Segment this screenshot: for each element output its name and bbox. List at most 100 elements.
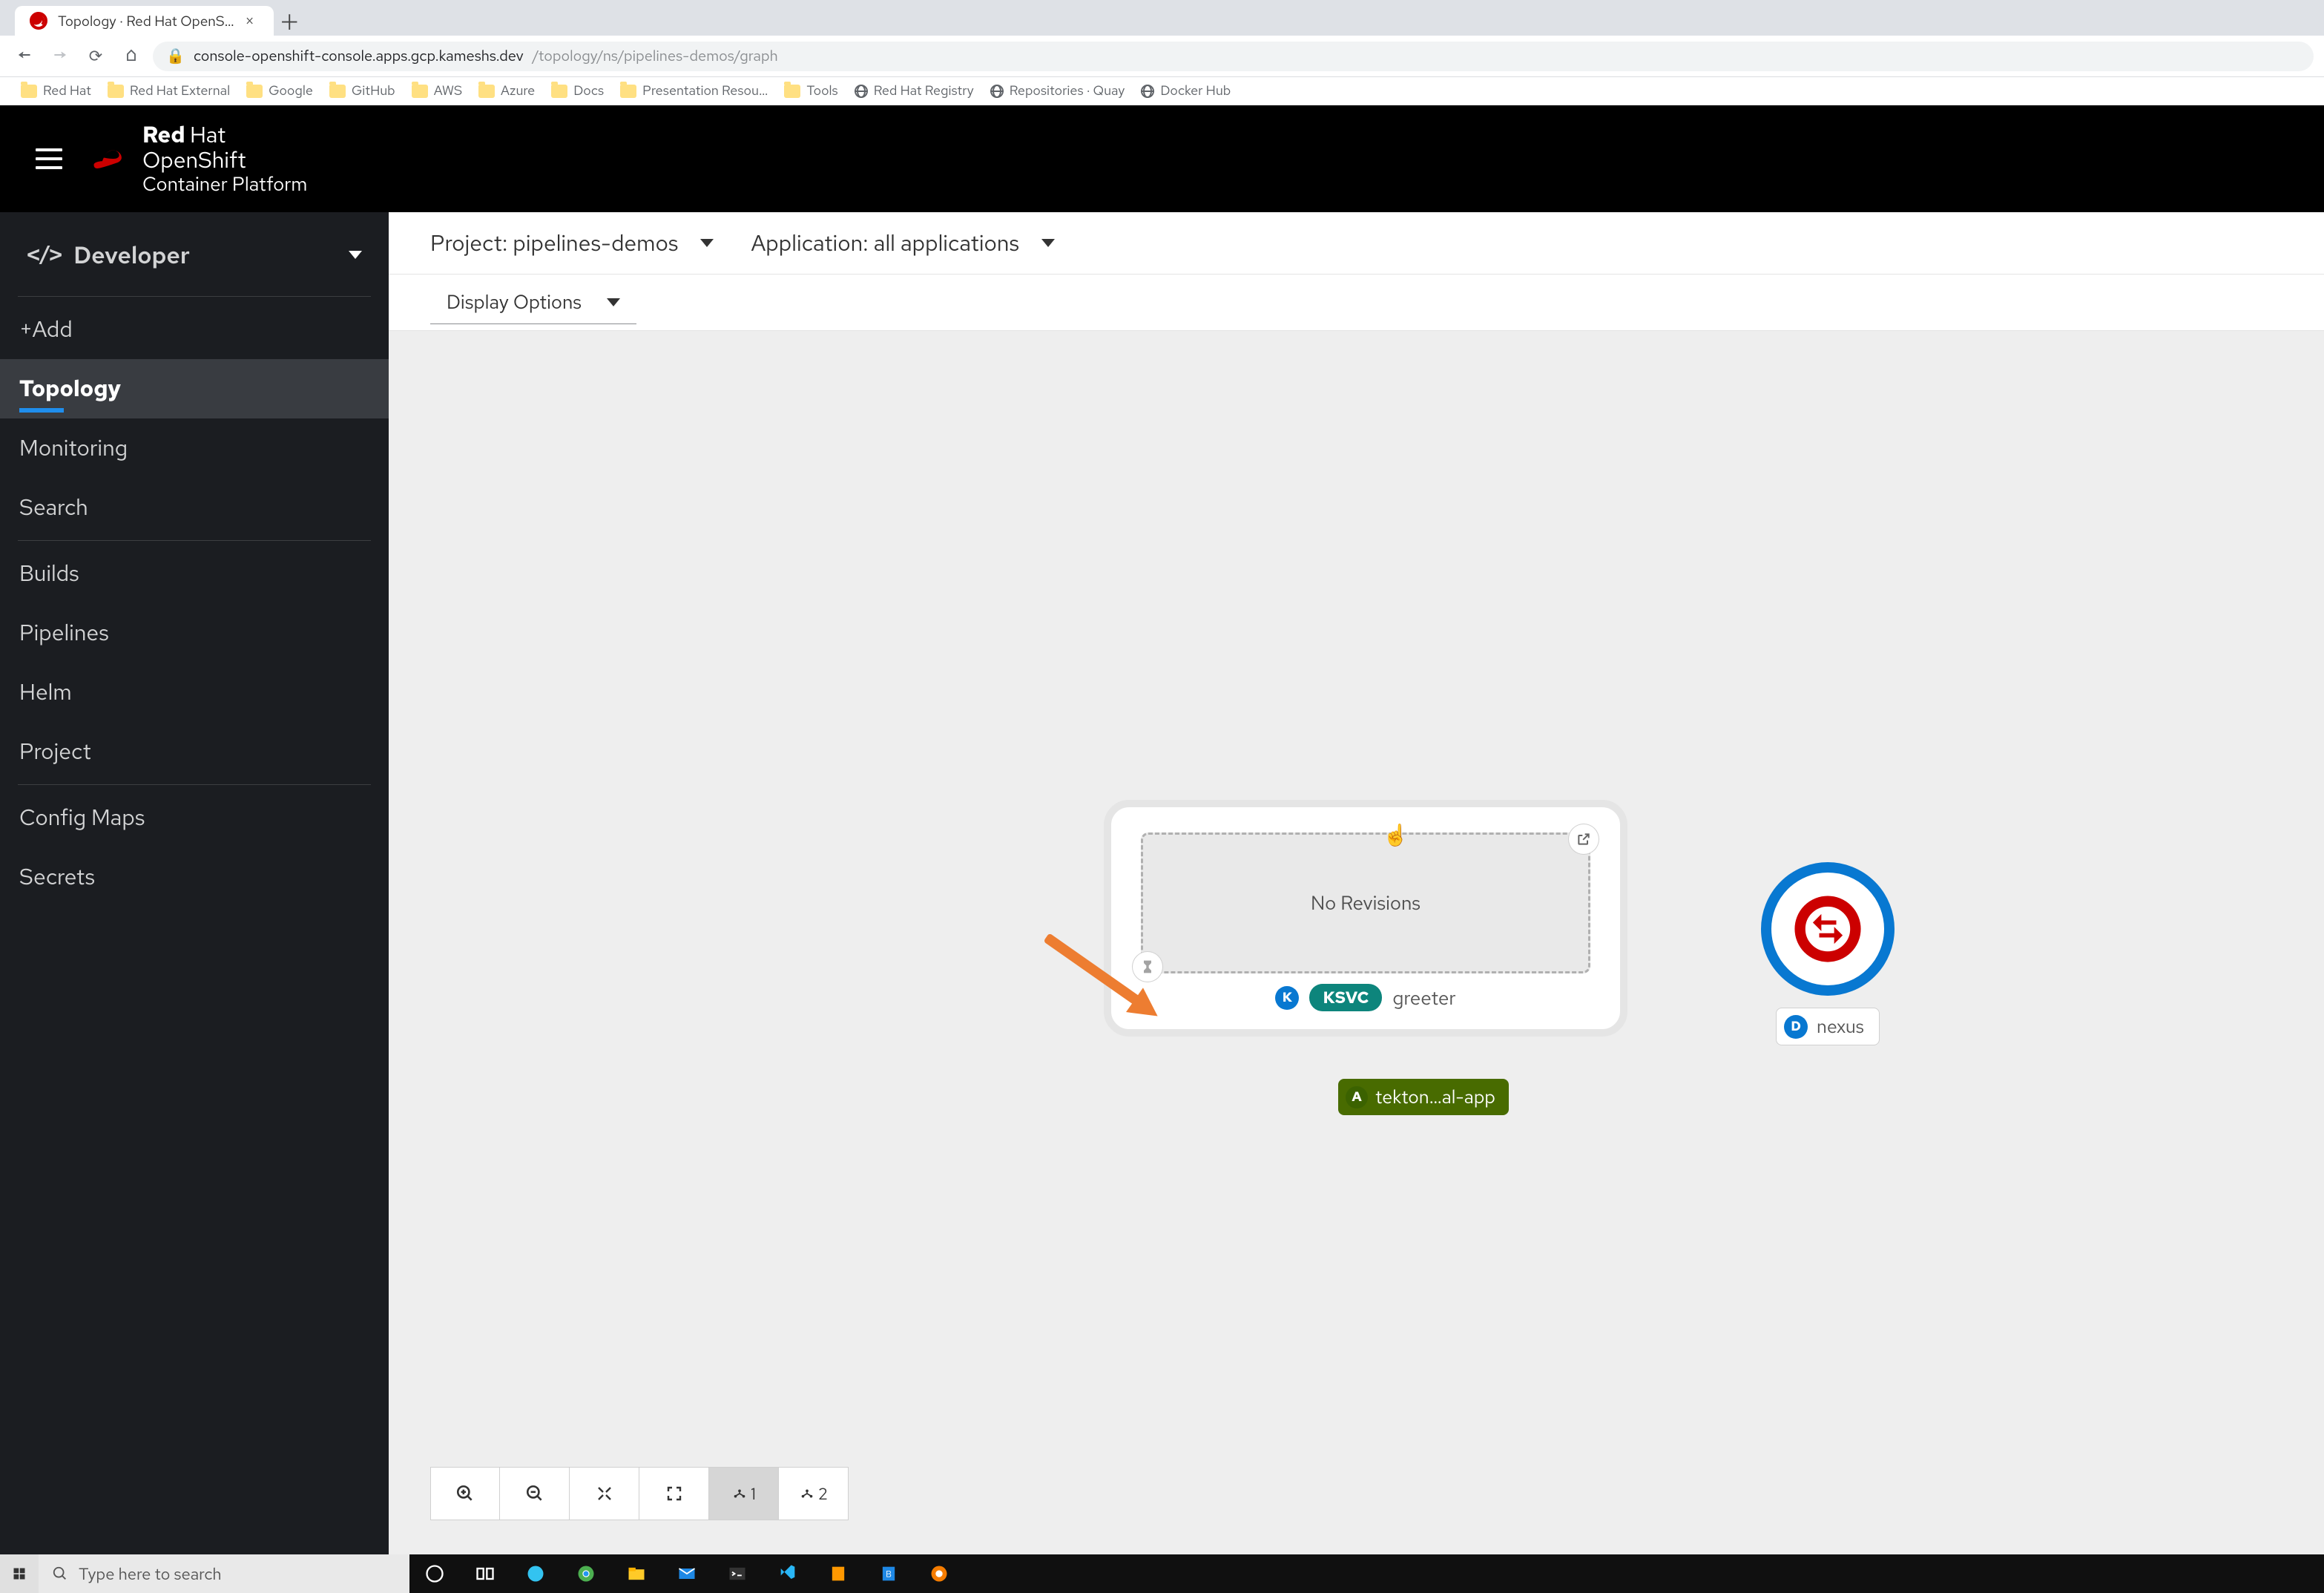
taskbar-icons: B bbox=[409, 1554, 964, 1593]
file-explorer-icon[interactable] bbox=[611, 1554, 662, 1593]
bookmark-item[interactable]: Google bbox=[246, 82, 313, 99]
bookmark-item[interactable]: Azure bbox=[478, 82, 535, 99]
nav-back-button[interactable]: ← bbox=[10, 42, 39, 70]
display-options-dropdown[interactable]: Display Options bbox=[430, 280, 636, 324]
edge-icon[interactable] bbox=[510, 1554, 561, 1593]
bookmark-label: Red Hat bbox=[43, 82, 91, 99]
hamburger-button[interactable] bbox=[36, 148, 62, 169]
bookmark-item[interactable]: Red Hat bbox=[21, 82, 91, 99]
address-row: ← → ⟳ ⌂ 🔒 console-openshift-console.apps… bbox=[0, 36, 2324, 77]
zoom-out-button[interactable] bbox=[500, 1467, 570, 1520]
globe-icon bbox=[855, 85, 868, 98]
project-prefix: Project: bbox=[430, 229, 507, 258]
topology-canvas[interactable]: No Revisions K KSVC greeter A tekton…al-… bbox=[389, 331, 2324, 1554]
folder-icon bbox=[784, 85, 800, 98]
sidebar-item--add[interactable]: +Add bbox=[0, 300, 389, 359]
tab-strip: Topology · Red Hat OpenShift C… × ＋ bbox=[0, 0, 2324, 36]
app-body: </> Developer +AddTopologyMonitoringSear… bbox=[0, 212, 2324, 1554]
build-decorator[interactable] bbox=[1133, 952, 1162, 982]
ksvc-pill: KSVC bbox=[1309, 984, 1382, 1011]
layout-2-count: 2 bbox=[818, 1483, 828, 1505]
chevron-down-icon bbox=[349, 251, 362, 259]
sidebar-item-monitoring[interactable]: Monitoring bbox=[0, 418, 389, 478]
vscode-icon[interactable] bbox=[763, 1554, 813, 1593]
knative-badge: K bbox=[1275, 986, 1299, 1010]
fit-screen-button[interactable] bbox=[570, 1467, 639, 1520]
start-button[interactable] bbox=[0, 1554, 39, 1593]
bookmark-item[interactable]: Presentation Resou… bbox=[620, 82, 768, 99]
close-tab-icon[interactable]: × bbox=[245, 10, 254, 32]
sidebar-item-helm[interactable]: Helm bbox=[0, 663, 389, 722]
bookmark-label: Presentation Resou… bbox=[642, 82, 768, 99]
cortana-icon[interactable] bbox=[409, 1554, 460, 1593]
nav-divider bbox=[18, 784, 371, 785]
sublime-icon[interactable] bbox=[813, 1554, 863, 1593]
nav-home-button[interactable]: ⌂ bbox=[117, 42, 145, 70]
ksvc-label-row: K KSVC greeter bbox=[1141, 984, 1590, 1011]
browser-tab[interactable]: Topology · Red Hat OpenShift C… × bbox=[15, 6, 274, 36]
bookmark-item[interactable]: Docker Hub bbox=[1141, 82, 1231, 99]
deployment-name: nexus bbox=[1817, 1014, 1864, 1039]
sidebar-item-pipelines[interactable]: Pipelines bbox=[0, 603, 389, 663]
folder-icon bbox=[246, 85, 263, 98]
application-prefix: Application: bbox=[751, 229, 868, 258]
folder-icon bbox=[551, 85, 567, 98]
nav-forward-button[interactable]: → bbox=[46, 42, 74, 70]
open-url-decorator[interactable] bbox=[1569, 824, 1599, 854]
bookmark-item[interactable]: Red Hat Registry bbox=[855, 82, 974, 99]
deployment-label: D nexus bbox=[1776, 1008, 1880, 1045]
project-name: pipelines-demos bbox=[513, 229, 678, 258]
application-group-label[interactable]: A tekton…al-app bbox=[1338, 1079, 1509, 1115]
application-name: all applications bbox=[874, 229, 1019, 258]
project-dropdown[interactable]: Project: pipelines-demos bbox=[430, 229, 714, 258]
url-host: console-openshift-console.apps.gcp.kames… bbox=[194, 47, 524, 66]
bookmark-item[interactable]: AWS bbox=[412, 82, 462, 99]
url-bar[interactable]: 🔒 console-openshift-console.apps.gcp.kam… bbox=[153, 42, 2314, 71]
bookmarks-bar: Red Hat Red Hat External Google GitHub AWS Az… bbox=[0, 77, 2324, 105]
svg-text:B: B bbox=[886, 1569, 892, 1580]
nav-divider bbox=[18, 296, 371, 297]
layout-1-button[interactable]: 1 bbox=[709, 1467, 779, 1520]
bookmark-label: Docker Hub bbox=[1160, 82, 1231, 99]
perspective-label: Developer bbox=[73, 239, 190, 271]
nav-reload-button[interactable]: ⟳ bbox=[82, 42, 110, 70]
browser-chrome: Topology · Red Hat OpenShift C… × ＋ ← → … bbox=[0, 0, 2324, 105]
bookmark-label: Google bbox=[269, 82, 313, 99]
windows-taskbar: Type here to search B bbox=[0, 1554, 2324, 1593]
folder-icon bbox=[108, 85, 124, 98]
project-bar: Project: pipelines-demos Application: al… bbox=[389, 212, 2324, 275]
bookmark-label: AWS bbox=[434, 82, 462, 99]
chrome-canary-icon[interactable] bbox=[914, 1554, 964, 1593]
sidebar-item-secrets[interactable]: Secrets bbox=[0, 847, 389, 907]
folder-icon bbox=[329, 85, 346, 98]
bookmark-label: Tools bbox=[806, 82, 837, 99]
brackets-icon[interactable]: B bbox=[863, 1554, 914, 1593]
sidebar-item-search[interactable]: Search bbox=[0, 478, 389, 537]
sidebar-item-topology[interactable]: Topology bbox=[0, 359, 389, 418]
reset-view-button[interactable] bbox=[639, 1467, 709, 1520]
mail-icon[interactable] bbox=[662, 1554, 712, 1593]
bookmark-item[interactable]: GitHub bbox=[329, 82, 395, 99]
bookmark-item[interactable]: Red Hat External bbox=[108, 82, 230, 99]
chrome-icon[interactable] bbox=[561, 1554, 611, 1593]
perspective-switcher[interactable]: </> Developer bbox=[0, 217, 389, 293]
masthead: Red Hat OpenShift Container Platform bbox=[0, 105, 2324, 212]
sidebar-item-project[interactable]: Project bbox=[0, 722, 389, 781]
bookmark-item[interactable]: Docs bbox=[551, 82, 604, 99]
layout-2-button[interactable]: 2 bbox=[779, 1467, 849, 1520]
taskbar-search[interactable]: Type here to search bbox=[39, 1554, 409, 1593]
new-tab-button[interactable]: ＋ bbox=[274, 7, 305, 36]
bookmark-label: Docs bbox=[573, 82, 604, 99]
application-dropdown[interactable]: Application: all applications bbox=[751, 229, 1055, 258]
sidebar-item-builds[interactable]: Builds bbox=[0, 544, 389, 603]
deployment-node-nexus[interactable]: D nexus bbox=[1761, 862, 1895, 1045]
terminal-icon[interactable] bbox=[712, 1554, 763, 1593]
sidebar-item-config-maps[interactable]: Config Maps bbox=[0, 788, 389, 847]
bookmark-item[interactable]: Tools bbox=[784, 82, 837, 99]
bookmark-label: GitHub bbox=[352, 82, 395, 99]
ksvc-node[interactable]: No Revisions K KSVC greeter bbox=[1104, 800, 1627, 1037]
zoom-in-button[interactable] bbox=[430, 1467, 500, 1520]
bookmark-label: Red Hat Registry bbox=[874, 82, 974, 99]
task-view-icon[interactable] bbox=[460, 1554, 510, 1593]
bookmark-item[interactable]: Repositories · Quay bbox=[990, 82, 1125, 99]
